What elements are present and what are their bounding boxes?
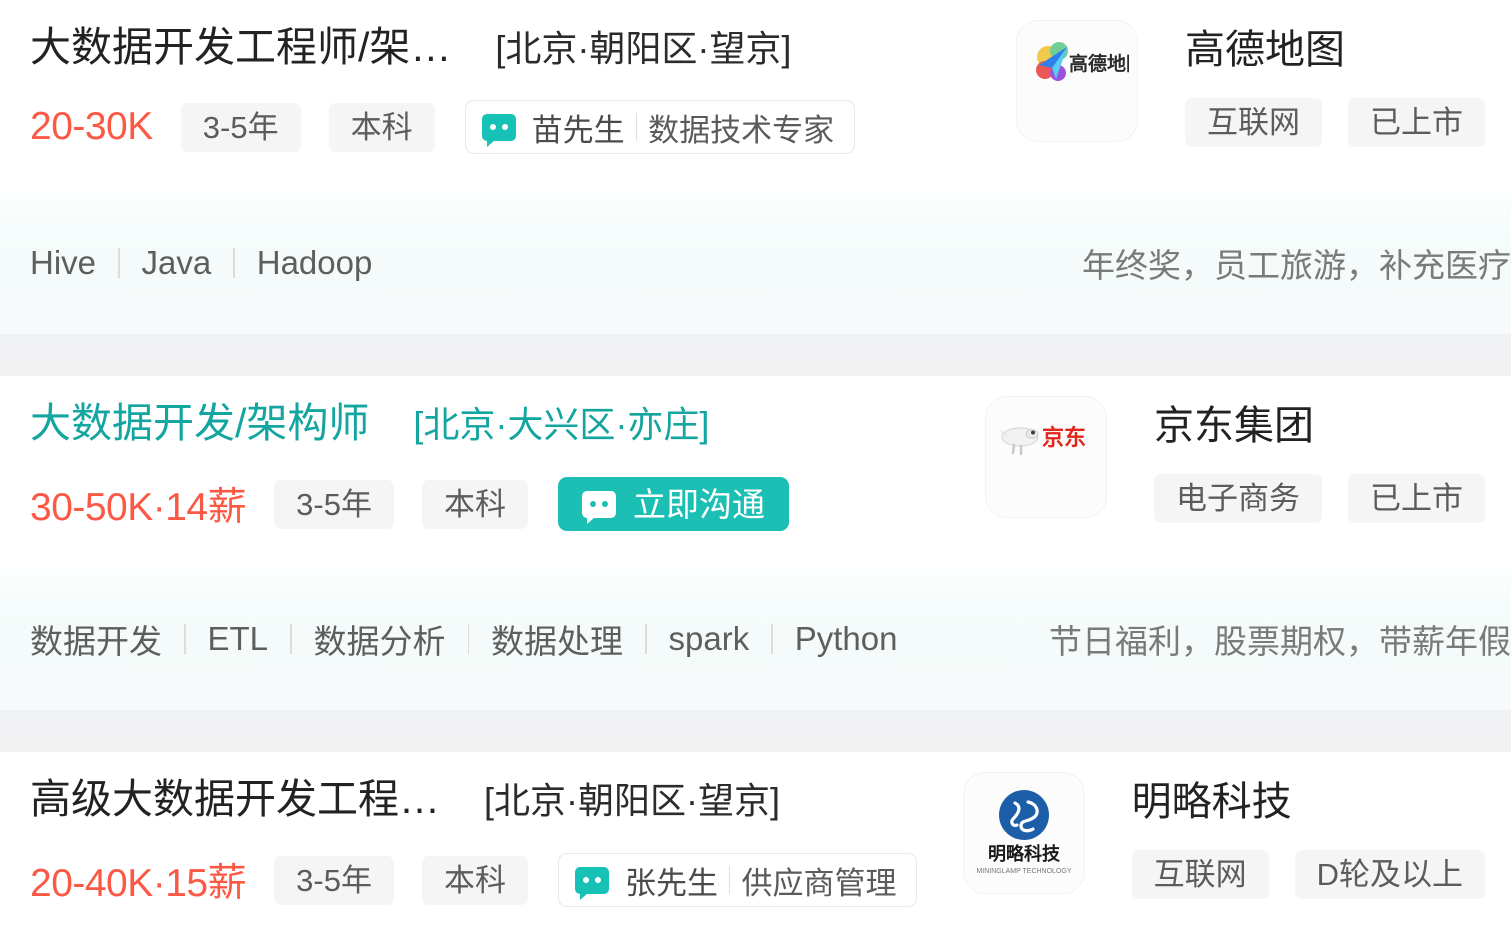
recruiter-role: 数据技术专家 [648,112,835,148]
job-salary: 20-30K [30,105,153,149]
chat-bubble-icon [481,113,516,147]
company-logo: 京东 [985,396,1107,518]
job-title-row: 大数据开发工程师/架… [北京·朝阳区·望京] [30,22,855,73]
svg-text:高德地图: 高德地图 [1069,52,1129,75]
skill-tag: spark [668,620,750,657]
job-education-tag: 本科 [421,479,528,529]
company-industry-tag: 互联网 [1185,98,1322,147]
company-name[interactable]: 高德地图 [1185,26,1511,74]
card-separator [0,334,1511,376]
job-education-tag: 本科 [328,102,435,152]
chip-divider [728,866,731,895]
company-name[interactable]: 京东集团 [1154,402,1511,450]
job-title[interactable]: 大数据开发工程师/架… [30,22,451,73]
job-benefits: 年终奖，员工旅游，补充医疗 [1082,247,1511,284]
job-meta-row: 20-30K 3-5年 本科 苗先生 数据技术专家 [30,100,856,155]
job-education-tag: 本科 [421,855,528,905]
skill-tags: Hive Java Hadoop [0,244,372,282]
job-card[interactable]: 高级大数据开发工程… [北京·朝阳区·望京] 20-40K·15薪 3-5年 本… [0,752,1511,940]
company-block[interactable]: 高德地图 高德地图 互联网 已上市 [1016,0,1511,147]
skill-tag: Hadoop [256,244,373,281]
chat-bubble-icon [574,866,609,900]
card-separator [0,710,1511,752]
job-salary: 30-50K·14薪 [30,486,247,530]
job-location: [北京·朝阳区·望京] [495,28,792,69]
skill-tag: 数据开发 [30,623,162,660]
svg-text:明略科技: 明略科技 [988,843,1061,864]
job-title[interactable]: 大数据开发/架构师 [30,398,369,449]
job-benefits: 节日福利，股票期权，带薪年假 [1049,623,1511,660]
chat-bubble-icon [581,490,616,524]
skill-tag: ETL [207,620,269,657]
company-tags: 互联网 D轮及以上 [1131,850,1511,899]
recruiter-role: 供应商管理 [741,865,897,901]
mininglamp-logo: 明略科技 MININGLAMP TECHNOLOGY [972,781,1076,885]
skill-divider [645,624,647,654]
jd-logo: 京东 [994,405,1098,509]
job-salary: 20-40K·15薪 [30,862,247,906]
skill-tags: 数据开发 ETL 数据分析 数据处理 spark Python [0,615,897,663]
company-block[interactable]: 京东 京东集团 电子商务 已上市 [985,376,1511,523]
skill-divider [467,624,470,654]
skill-tag: Hive [30,244,97,281]
job-title-row: 高级大数据开发工程… [北京·朝阳区·望京] [30,774,917,825]
job-card-footer: Hive Java Hadoop 年终奖，员工旅游，补充医疗 [0,192,1511,334]
company-name[interactable]: 明略科技 [1132,778,1511,826]
company-info: 明略科技 互联网 D轮及以上 [1131,772,1511,899]
company-industry-tag: 电子商务 [1154,474,1322,523]
job-card-main[interactable]: 大数据开发/架构师 [北京·大兴区·亦庄] 30-50K·14薪 3-5年 本科… [0,376,1511,568]
recruiter-chip[interactable]: 张先生 供应商管理 [557,853,918,908]
job-location: [北京·朝阳区·望京] [484,780,780,821]
recruiter-chip[interactable]: 苗先生 数据技术专家 [464,100,856,155]
company-industry-tag: 互联网 [1131,850,1269,899]
company-stage-tag: 已上市 [1348,474,1485,523]
job-location: [北京·大兴区·亦庄] [413,404,710,445]
skill-divider [290,624,292,654]
skill-tag: 数据分析 [313,623,446,660]
skill-tag: 数据处理 [491,623,624,660]
job-experience-tag: 3-5年 [180,102,301,152]
recruiter-name: 张先生 [624,865,718,901]
job-card-main[interactable]: 大数据开发工程师/架… [北京·朝阳区·望京] 20-30K 3-5年 本科 苗… [0,0,1511,192]
skill-divider [233,248,235,278]
job-title-row: 大数据开发/架构师 [北京·大兴区·亦庄] [30,398,789,449]
chat-now-button[interactable]: 立即沟通 [557,477,789,532]
company-tags: 电子商务 已上市 [1154,474,1511,523]
recruiter-name: 苗先生 [531,112,625,148]
svg-text:MININGLAMP TECHNOLOGY: MININGLAMP TECHNOLOGY [976,868,1071,875]
company-stage-tag: 已上市 [1348,98,1485,147]
job-card-footer: 数据开发 ETL 数据分析 数据处理 spark Python 节日福利，股票期… [0,568,1511,710]
svg-text:京东: 京东 [1042,425,1086,450]
job-details: 大数据开发/架构师 [北京·大兴区·亦庄] 30-50K·14薪 3-5年 本科… [0,376,789,532]
amap-logo: 高德地图 [1025,29,1129,133]
job-card[interactable]: 大数据开发工程师/架… [北京·朝阳区·望京] 20-30K 3-5年 本科 苗… [0,0,1511,334]
job-details: 大数据开发工程师/架… [北京·朝阳区·望京] 20-30K 3-5年 本科 苗… [0,0,856,155]
company-logo: 高德地图 [1016,20,1138,142]
company-tags: 互联网 已上市 [1185,98,1511,147]
job-experience-tag: 3-5年 [274,479,394,529]
job-card[interactable]: 大数据开发/架构师 [北京·大兴区·亦庄] 30-50K·14薪 3-5年 本科… [0,376,1511,710]
job-details: 高级大数据开发工程… [北京·朝阳区·望京] 20-40K·15薪 3-5年 本… [0,752,918,908]
job-title[interactable]: 高级大数据开发工程… [30,774,440,825]
chat-now-label: 立即沟通 [632,485,765,523]
company-info: 高德地图 互联网 已上市 [1185,20,1511,147]
company-stage-tag: D轮及以上 [1294,850,1485,899]
company-logo: 明略科技 MININGLAMP TECHNOLOGY [962,772,1085,894]
skill-divider [771,624,773,654]
skill-tag: Java [141,244,212,281]
company-block[interactable]: 明略科技 MININGLAMP TECHNOLOGY 明略科技 互联网 D轮及以… [962,752,1511,899]
job-experience-tag: 3-5年 [274,855,394,905]
skill-divider [118,248,120,278]
skill-tag: Python [794,620,898,657]
job-list-page: 大数据开发工程师/架… [北京·朝阳区·望京] 20-30K 3-5年 本科 苗… [0,0,1511,940]
company-info: 京东集团 电子商务 已上市 [1154,396,1511,523]
job-card-main[interactable]: 高级大数据开发工程… [北京·朝阳区·望京] 20-40K·15薪 3-5年 本… [0,752,1511,940]
chip-divider [635,113,638,142]
skill-divider [184,624,186,654]
job-meta-row: 20-40K·15薪 3-5年 本科 张先生 供应商管理 [30,852,918,908]
job-meta-row: 30-50K·14薪 3-5年 本科 立即沟通 [30,476,789,532]
